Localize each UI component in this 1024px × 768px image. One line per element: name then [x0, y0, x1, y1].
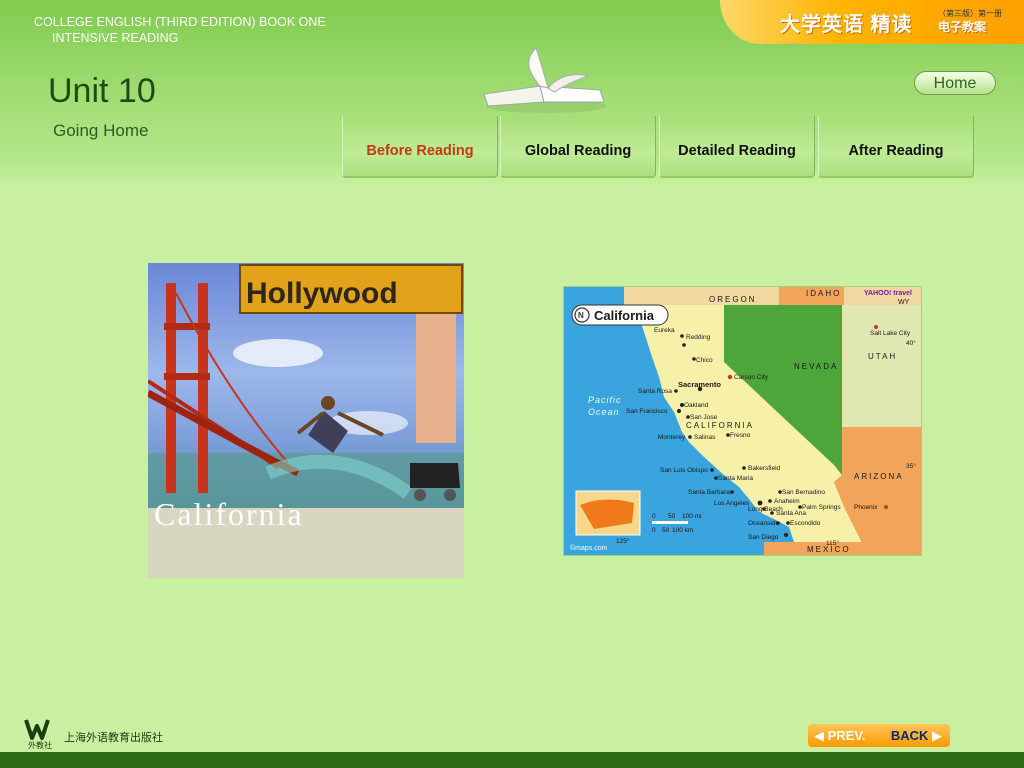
photo-caption: California — [154, 496, 304, 532]
ocean-label-2: Ocean — [588, 407, 620, 417]
city-san-luis-obispo: San Luis Obispo — [660, 467, 708, 474]
coord-35: 35° — [906, 462, 916, 470]
nav-buttons: ◀ PREV. BACK ▶ — [808, 724, 950, 747]
book-title-line1: COLLEGE ENGLISH (THIRD EDITION) BOOK ONE — [34, 15, 326, 29]
city-palm-springs: Palm Springs — [802, 504, 841, 511]
california-map: OREGON IDAHO NEVADA UTAH ARIZONA MEXICO … — [563, 286, 922, 556]
city-santa-ana: Santa Ana — [776, 510, 806, 517]
svg-text:N: N — [578, 311, 584, 320]
city-santa-maria: Santa Maria — [718, 475, 753, 482]
city-redding: Redding — [686, 334, 711, 341]
publisher-logo: 外教社 — [24, 719, 52, 750]
back-label: BACK — [890, 728, 929, 743]
prev-arrow-icon: ◀ — [814, 728, 824, 743]
coord-40: 40° — [906, 339, 916, 347]
scale-mi-100: 100 mi — [682, 513, 702, 520]
city-anaheim: Anaheim — [774, 498, 800, 505]
state-california: CALIFORNIA — [686, 421, 754, 430]
city-oceanside: Oceanside — [748, 520, 779, 527]
scale-mi-0: 0 — [652, 513, 656, 520]
state-wy: WY — [898, 299, 910, 306]
city-santa-rosa: Santa Rosa — [638, 388, 672, 395]
unit-title: Unit 10 — [48, 72, 156, 110]
city-fresno: Fresno — [730, 432, 751, 439]
city-san-jose: San Jose — [690, 414, 717, 421]
cn-title: 大学英语 精读 — [780, 14, 913, 36]
city-san-bernadino: San Bernadino — [782, 489, 825, 496]
city-san-diego: San Diego — [748, 534, 779, 541]
map-credit: ©maps.com — [570, 544, 608, 552]
tab-detailed-reading[interactable]: Detailed Reading — [659, 116, 815, 178]
city-san-francisco: San Francisco — [626, 408, 668, 415]
city-carson-city: Carson City — [734, 374, 769, 381]
city-salt-lake-city: Salt Lake City — [870, 330, 911, 337]
coord-125: 125° — [616, 537, 630, 545]
city-chico: Chico — [696, 357, 713, 364]
city-phoenix: Phoenix — [854, 504, 878, 511]
open-book-icon — [483, 47, 606, 113]
city-bakersfield: Bakersfield — [748, 465, 781, 472]
home-button[interactable]: Home — [914, 71, 996, 95]
city-monterey: Monterey — [658, 434, 686, 441]
california-collage-image: Hollywood California — [148, 263, 464, 578]
publisher-name: 上海外语教育出版社 — [64, 732, 163, 744]
city-los-angeles: Los Angeles — [714, 500, 750, 507]
city-escondido: Escondido — [790, 520, 821, 527]
city-oakland: Oakland — [684, 402, 709, 409]
state-nevada: NEVADA — [794, 362, 838, 371]
map-title: California — [594, 308, 655, 323]
section-tabs: Before Reading Global Reading Detailed R… — [342, 116, 976, 178]
ocean-label-1: Pacific — [588, 395, 622, 405]
map-artwork: OREGON IDAHO NEVADA UTAH ARIZONA MEXICO … — [570, 287, 921, 555]
prev-label: PREV. — [827, 728, 866, 743]
book-title: COLLEGE ENGLISH (THIRD EDITION) BOOK ONE… — [34, 14, 326, 46]
state-idaho: IDAHO — [806, 289, 841, 298]
scale-km-100: 100 km — [672, 527, 693, 534]
book-title-line2: INTENSIVE READING — [52, 31, 179, 45]
scale-km-0: 0 — [652, 527, 656, 534]
coord-115: 115° — [826, 539, 839, 547]
back-button[interactable]: BACK ▶ — [878, 724, 950, 747]
scale-km-50: 50 — [662, 527, 670, 534]
tab-global-reading[interactable]: Global Reading — [500, 116, 656, 178]
back-arrow-icon: ▶ — [932, 728, 942, 743]
cn-title-badge: 大学英语 精读 （第三版）第一册 电子教案 — [720, 0, 1024, 44]
unit-subtitle: Going Home — [53, 121, 149, 140]
city-salinas: Salinas — [694, 434, 716, 441]
state-utah: UTAH — [868, 352, 897, 361]
state-oregon: OREGON — [709, 295, 757, 304]
tab-before-reading[interactable]: Before Reading — [342, 116, 498, 178]
state-arizona: ARIZONA — [854, 472, 904, 481]
logo-text: 外教社 — [28, 740, 52, 750]
collage-artwork: Hollywood California — [148, 264, 464, 578]
city-santa-barbara: Santa Barbara — [688, 489, 730, 496]
hollywood-sign-text: Hollywood — [246, 277, 398, 310]
tab-after-reading[interactable]: After Reading — [818, 116, 974, 178]
map-brand: YAHOO! travel — [864, 290, 912, 297]
cn-subtitle: 电子教案 — [938, 20, 987, 34]
prev-button[interactable]: ◀ PREV. — [808, 724, 878, 747]
scale-mi-50: 50 — [668, 513, 676, 520]
footer-bar — [0, 752, 1024, 768]
city-eureka: Eureka — [654, 327, 675, 334]
